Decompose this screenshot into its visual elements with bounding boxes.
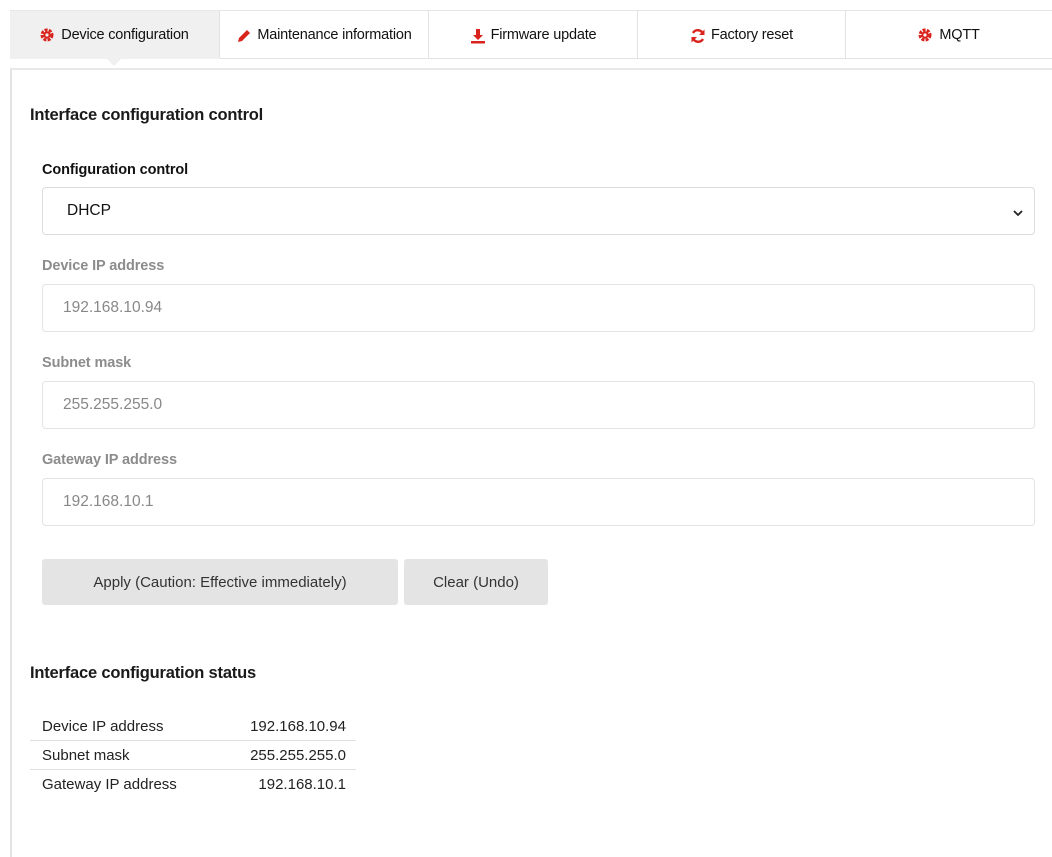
- gear-icon: [40, 28, 54, 42]
- configuration-control-label: Configuration control: [42, 162, 189, 178]
- gateway-ip-value: 192.168.10.1: [63, 493, 154, 510]
- tab-label: Firmware update: [490, 26, 597, 43]
- table-row: Gateway IP address 192.168.10.1: [30, 769, 356, 798]
- tab-label: Maintenance information: [257, 26, 412, 43]
- device-ip-label: Device IP address: [42, 258, 165, 274]
- gateway-ip-field[interactable]: 192.168.10.1: [42, 478, 1035, 526]
- subnet-mask-label: Subnet mask: [42, 355, 132, 371]
- status-key: Device IP address: [42, 717, 164, 735]
- refresh-icon: [690, 28, 705, 43]
- tab-firmware-update[interactable]: Firmware update: [429, 11, 638, 59]
- status-key: Subnet mask: [30, 740, 230, 770]
- tab-label: MQTT: [939, 26, 980, 43]
- table-row: Device IP address 192.168.10.94: [30, 712, 356, 741]
- download-icon: [470, 28, 485, 43]
- table-row: Subnet mask 255.255.255.0: [30, 740, 356, 770]
- status-value: 192.168.10.94: [250, 717, 346, 735]
- pencil-icon: [236, 28, 251, 42]
- status-value: 255.255.255.0: [230, 740, 356, 770]
- gear-icon: [918, 28, 932, 42]
- tab-label: Device configuration: [61, 26, 189, 43]
- status-table: Device IP address 192.168.10.94 Subnet m…: [30, 712, 356, 798]
- configuration-control-select[interactable]: DHCP: [42, 187, 1035, 235]
- tab-mqtt[interactable]: MQTT: [846, 11, 1052, 59]
- chevron-down-icon: [1012, 206, 1024, 218]
- subnet-mask-field[interactable]: 255.255.255.0: [42, 381, 1035, 429]
- clear-undo-button[interactable]: Clear (Undo): [404, 559, 548, 605]
- tab-device-configuration[interactable]: Device configuration: [10, 11, 220, 66]
- status-key: Gateway IP address: [30, 769, 230, 798]
- tab-bar: Device configuration Maintenance informa…: [10, 10, 1052, 66]
- subnet-mask-value: 255.255.255.0: [63, 396, 163, 413]
- tab-label: Factory reset: [710, 26, 793, 43]
- status-section-title: Interface configuration status: [30, 664, 256, 682]
- tab-maintenance-information[interactable]: Maintenance information: [220, 11, 429, 59]
- tab-factory-reset[interactable]: Factory reset: [638, 11, 846, 59]
- device-ip-field[interactable]: 192.168.10.94: [42, 284, 1035, 332]
- status-value: 192.168.10.1: [230, 769, 356, 798]
- config-section-title: Interface configuration control: [30, 106, 264, 124]
- gateway-ip-label: Gateway IP address: [42, 452, 177, 468]
- configuration-control-value: DHCP: [67, 202, 111, 219]
- device-ip-value: 192.168.10.94: [63, 299, 163, 316]
- apply-button[interactable]: Apply (Caution: Effective immediately): [42, 559, 398, 605]
